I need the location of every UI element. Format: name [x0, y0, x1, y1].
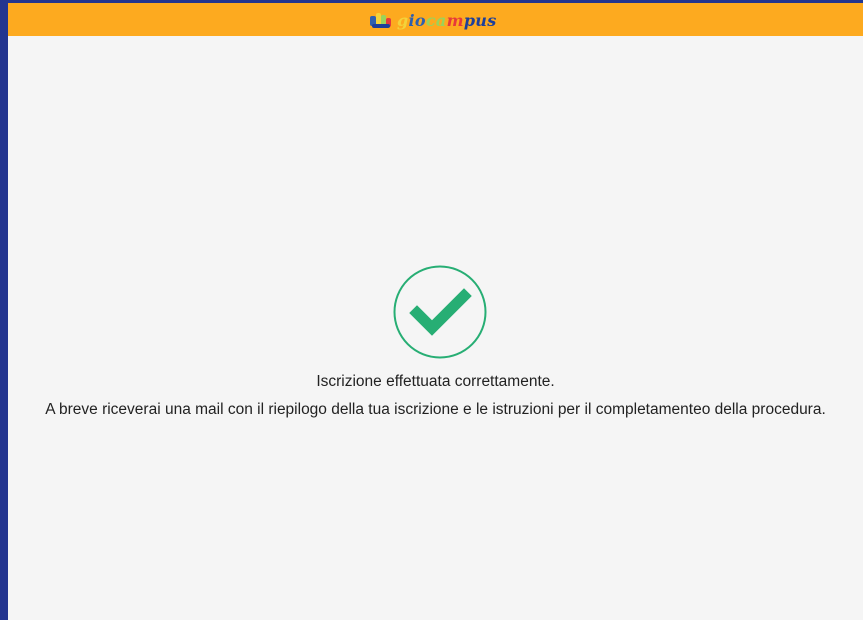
confirmation-message: Iscrizione effettuata correttamente. A b… [28, 368, 843, 424]
giocampus-logo[interactable]: giocampus [369, 9, 497, 31]
giocampus-logo-icon [369, 10, 393, 30]
check-circle-icon [392, 264, 488, 360]
giocampus-logo-text: giocampus [397, 10, 497, 30]
confirmation-body: A breve riceverai una mail con il riepil… [45, 401, 826, 418]
confirmation-title: Iscrizione effettuata correttamente. [316, 373, 555, 390]
header-bar: giocampus [8, 3, 863, 36]
page-frame: giocampus Iscrizione effettuata corretta… [8, 0, 863, 620]
